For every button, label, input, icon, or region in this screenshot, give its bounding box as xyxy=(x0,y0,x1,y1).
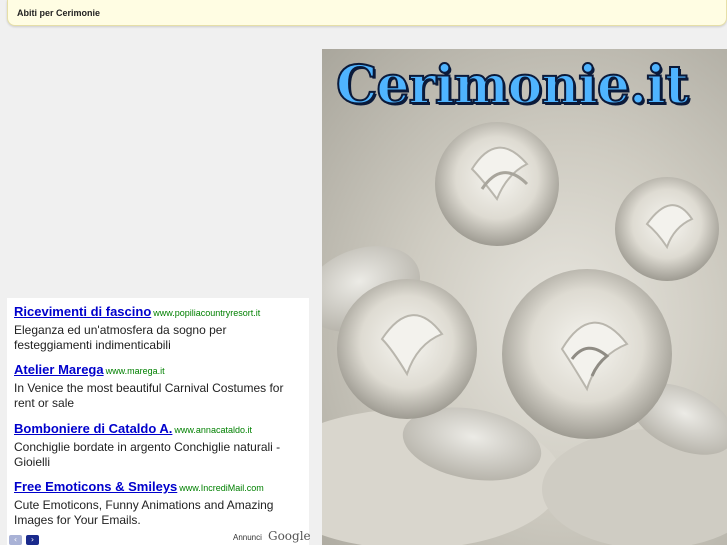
ad-url[interactable]: www.IncrediMail.com xyxy=(179,483,264,493)
top-bar: Abiti per Cerimonie xyxy=(7,0,727,26)
ad-title-link[interactable]: Atelier Marega xyxy=(14,362,104,377)
ad-url[interactable]: www.popiliacountryresort.it xyxy=(153,308,260,318)
ad-item[interactable]: Bomboniere di Cataldo A. www.annacataldo.… xyxy=(14,420,304,470)
google-logo[interactable]: Google xyxy=(268,529,311,543)
ad-item[interactable]: Free Emoticons & Smileys www.IncrediMail.… xyxy=(14,478,304,528)
roses-illustration xyxy=(322,122,727,545)
ad-title-link[interactable]: Free Emoticons & Smileys xyxy=(14,479,177,494)
page-title: Abiti per Cerimonie xyxy=(17,8,101,18)
ad-box: Ricevimenti di fascino www.popiliacountry… xyxy=(7,298,311,545)
ad-item[interactable]: Ricevimenti di fascino www.popiliacountry… xyxy=(14,303,304,353)
hero-image: Cerimonie.it xyxy=(322,49,727,545)
ad-description: In Venice the most beautiful Carnival Co… xyxy=(14,381,284,410)
rose-top xyxy=(435,122,559,246)
rose-center xyxy=(502,269,672,439)
ad-next-button[interactable]: › xyxy=(26,535,39,545)
ad-description: Conchiglie bordate in argento Conchiglie… xyxy=(14,440,281,469)
rose-right xyxy=(615,177,719,281)
ad-description: Eleganza ed un'atmosfera da sogno per fe… xyxy=(14,323,227,352)
ad-title-link[interactable]: Bomboniere di Cataldo A. xyxy=(14,421,172,436)
ad-url[interactable]: www.marega.it xyxy=(106,366,165,376)
ads-label[interactable]: Annunci xyxy=(233,533,262,542)
ad-title-link[interactable]: Ricevimenti di fascino xyxy=(14,304,151,319)
ad-item[interactable]: Atelier Marega www.marega.it In Venice th… xyxy=(14,361,304,411)
ad-footer: ‹ › Annunci Google xyxy=(7,529,311,545)
rose-left xyxy=(337,279,477,419)
ad-description: Cute Emoticons, Funny Animations and Ama… xyxy=(14,498,274,527)
ad-url[interactable]: www.annacataldo.it xyxy=(174,425,252,435)
ad-prev-button[interactable]: ‹ xyxy=(9,535,22,545)
site-logo[interactable]: Cerimonie.it xyxy=(335,54,690,117)
